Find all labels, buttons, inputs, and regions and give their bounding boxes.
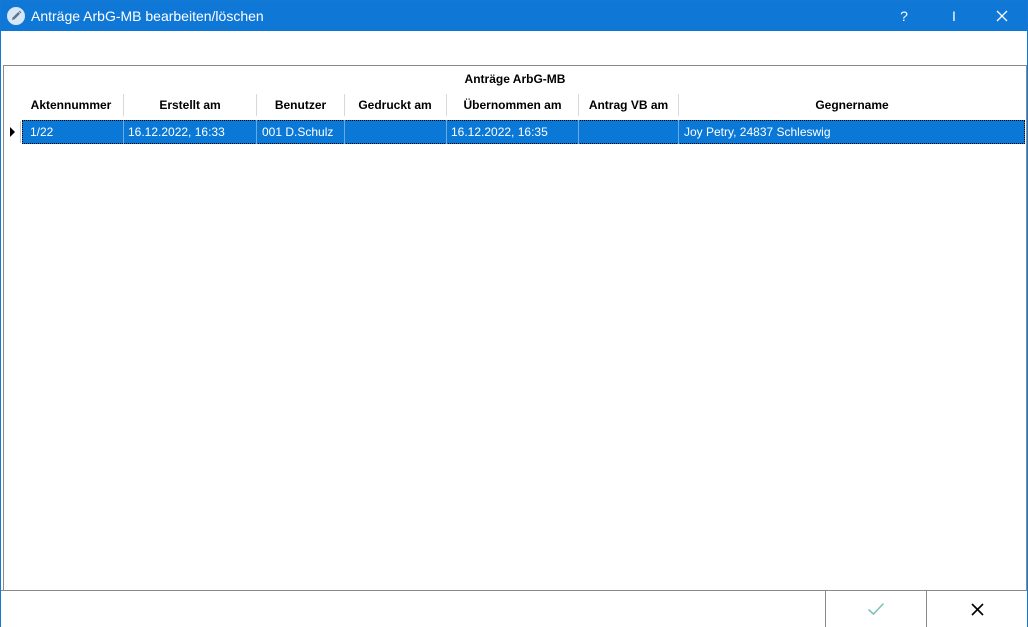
close-icon <box>996 10 1008 22</box>
column-header-antrag-vb-am[interactable]: Antrag VB am <box>579 94 678 116</box>
grid-title: Anträge ArbG-MB <box>464 72 566 86</box>
pencil-icon <box>7 7 25 25</box>
table-row[interactable]: 1/22 16.12.2022, 16:33 001 D.Schulz 16.1… <box>22 120 1025 144</box>
title-bar: Anträge ArbG-MB bearbeiten/löschen ? I <box>1 1 1027 31</box>
row-indicator[interactable] <box>4 121 21 143</box>
cell-separator <box>446 120 447 144</box>
cell-benutzer: 001 D.Schulz <box>262 125 334 139</box>
help-button[interactable]: ? <box>881 1 927 31</box>
dialog-footer <box>1 590 1027 627</box>
column-header-erstellt-am[interactable]: Erstellt am <box>124 94 256 116</box>
cell-aktennummer: 1/22 <box>30 125 54 139</box>
antraege-grid[interactable]: Anträge ArbG-MB Aktennummer Erstellt am … <box>3 65 1027 591</box>
ok-button[interactable] <box>825 591 926 627</box>
current-row-arrow-icon <box>10 127 15 137</box>
cell-gegnername: Joy Petry, 24837 Schleswig <box>684 125 831 139</box>
cell-erstellt-am: 16.12.2022, 16:33 <box>128 125 225 139</box>
cell-uebernommen-am: 16.12.2022, 16:35 <box>451 125 548 139</box>
dialog-window: Anträge ArbG-MB bearbeiten/löschen ? I A… <box>0 0 1028 627</box>
maximize-button[interactable]: I <box>931 1 977 31</box>
cell-antrag-vb-am <box>584 120 678 144</box>
column-header-gedruckt-am[interactable]: Gedruckt am <box>345 94 445 116</box>
cell-separator <box>678 120 679 144</box>
column-header-benutzer[interactable]: Benutzer <box>257 94 344 116</box>
column-header-gegnername[interactable]: Gegnername <box>679 94 1025 116</box>
window-title: Anträge ArbG-MB bearbeiten/löschen <box>31 8 264 24</box>
cell-gedruckt-am <box>350 120 444 144</box>
close-icon <box>970 602 984 616</box>
check-icon <box>867 602 885 616</box>
cell-separator <box>123 120 124 144</box>
column-header-aktennummer[interactable]: Aktennummer <box>18 94 124 116</box>
cancel-button[interactable] <box>926 591 1027 627</box>
column-header-uebernommen-am[interactable]: Übernommen am <box>447 94 578 116</box>
toolbar-area <box>1 31 1027 65</box>
cell-separator <box>578 120 579 144</box>
close-window-button[interactable] <box>979 1 1025 31</box>
cell-separator <box>344 120 345 144</box>
grid-header-row: Aktennummer Erstellt am Benutzer Gedruck… <box>4 94 1026 116</box>
cell-separator <box>256 120 257 144</box>
